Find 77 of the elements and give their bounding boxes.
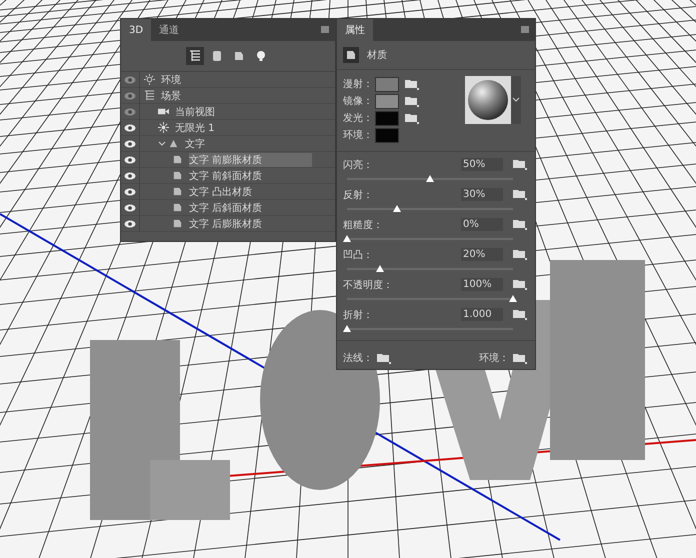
slider-thumb[interactable] — [343, 235, 351, 242]
layer-row[interactable]: 文字 后膨胀材质 — [121, 216, 335, 232]
value-field[interactable]: 100% — [461, 278, 503, 291]
folder-icon[interactable] — [377, 352, 391, 364]
eye-icon[interactable] — [124, 156, 136, 164]
color-swatch[interactable] — [375, 110, 399, 126]
eye-icon[interactable] — [124, 172, 136, 180]
swatch-label: 镜像： — [343, 94, 369, 108]
map-label: 法线： — [343, 352, 373, 365]
color-swatch[interactable] — [375, 94, 399, 108]
folder-icon[interactable] — [513, 219, 527, 230]
value-field[interactable]: 0% — [461, 218, 503, 231]
chevron-icon[interactable] — [158, 140, 166, 148]
slider-thumb[interactable] — [392, 205, 401, 212]
slider-thumb[interactable] — [509, 295, 517, 302]
value-field[interactable]: 20% — [461, 248, 503, 261]
folder-icon[interactable] — [405, 112, 419, 124]
slider-thumb[interactable] — [426, 175, 434, 182]
folder-icon[interactable] — [405, 96, 419, 106]
folder-icon[interactable] — [513, 309, 527, 320]
color-swatch[interactable] — [375, 76, 399, 92]
color-swatch[interactable] — [375, 128, 399, 142]
layer-row[interactable]: 无限光 1 — [121, 120, 335, 136]
layer-row[interactable]: 环境 — [121, 72, 335, 88]
light-icon — [255, 50, 267, 62]
eye-icon[interactable] — [124, 140, 136, 148]
environment-icon — [144, 74, 155, 85]
folder-icon[interactable] — [513, 279, 527, 290]
value-field[interactable]: 50% — [461, 158, 503, 171]
eye-icon[interactable] — [124, 188, 136, 196]
scene-icon — [189, 50, 201, 62]
slider-thumb[interactable] — [343, 325, 351, 332]
material-icon — [172, 154, 183, 165]
scene-filter-button[interactable] — [186, 47, 204, 65]
value-field[interactable]: 1.000 — [461, 308, 503, 321]
folder-icon[interactable] — [513, 352, 527, 364]
value-field[interactable]: 30% — [461, 188, 503, 201]
layer-row[interactable]: 场景 — [121, 88, 335, 104]
panel-tab[interactable]: 3D — [121, 19, 152, 41]
slider-label: 反射： — [343, 188, 374, 202]
map-label: 环境： — [479, 352, 509, 365]
camera-icon — [158, 106, 169, 117]
folder-icon[interactable] — [513, 189, 527, 200]
slider-label: 不透明度： — [343, 278, 394, 292]
material-icon — [233, 50, 245, 62]
slider-thumb[interactable] — [376, 265, 384, 272]
material-icon — [172, 186, 183, 197]
folder-icon[interactable] — [405, 78, 419, 90]
swatch-label: 环境： — [343, 128, 369, 142]
eye-icon[interactable] — [124, 124, 136, 132]
material-icon — [343, 47, 359, 63]
panel-tab[interactable]: 通道 — [151, 19, 188, 41]
eye-icon[interactable] — [124, 204, 136, 212]
material-icon — [172, 170, 183, 181]
material-icon — [172, 218, 183, 229]
scene-icon — [144, 90, 155, 101]
layer-row[interactable]: 当前视图 — [121, 104, 335, 120]
folder-icon[interactable] — [513, 159, 527, 170]
section-title: 材质 — [367, 48, 387, 62]
material-preview[interactable] — [465, 76, 511, 124]
light-icon — [158, 122, 169, 133]
slider-label: 折射： — [343, 308, 374, 322]
layer-row[interactable]: 文字 — [121, 136, 335, 152]
slider-label: 闪亮： — [343, 158, 374, 172]
slider-label: 凹凸： — [343, 248, 374, 262]
mesh-icon — [211, 50, 223, 62]
layer-row[interactable]: 文字 后斜面材质 — [121, 200, 335, 216]
swatch-label: 漫射： — [343, 78, 369, 91]
panel-tab[interactable]: 属性 — [337, 19, 373, 41]
folder-icon[interactable] — [513, 249, 527, 260]
layer-row[interactable]: 文字 凸出材质 — [121, 184, 335, 200]
layer-row[interactable]: 文字 前斜面材质 — [121, 168, 335, 184]
eye-icon[interactable] — [124, 220, 136, 228]
slider-label: 粗糙度： — [343, 218, 384, 232]
mesh-icon — [168, 138, 179, 149]
material-icon — [172, 202, 183, 213]
swatch-label: 发光： — [343, 112, 369, 125]
